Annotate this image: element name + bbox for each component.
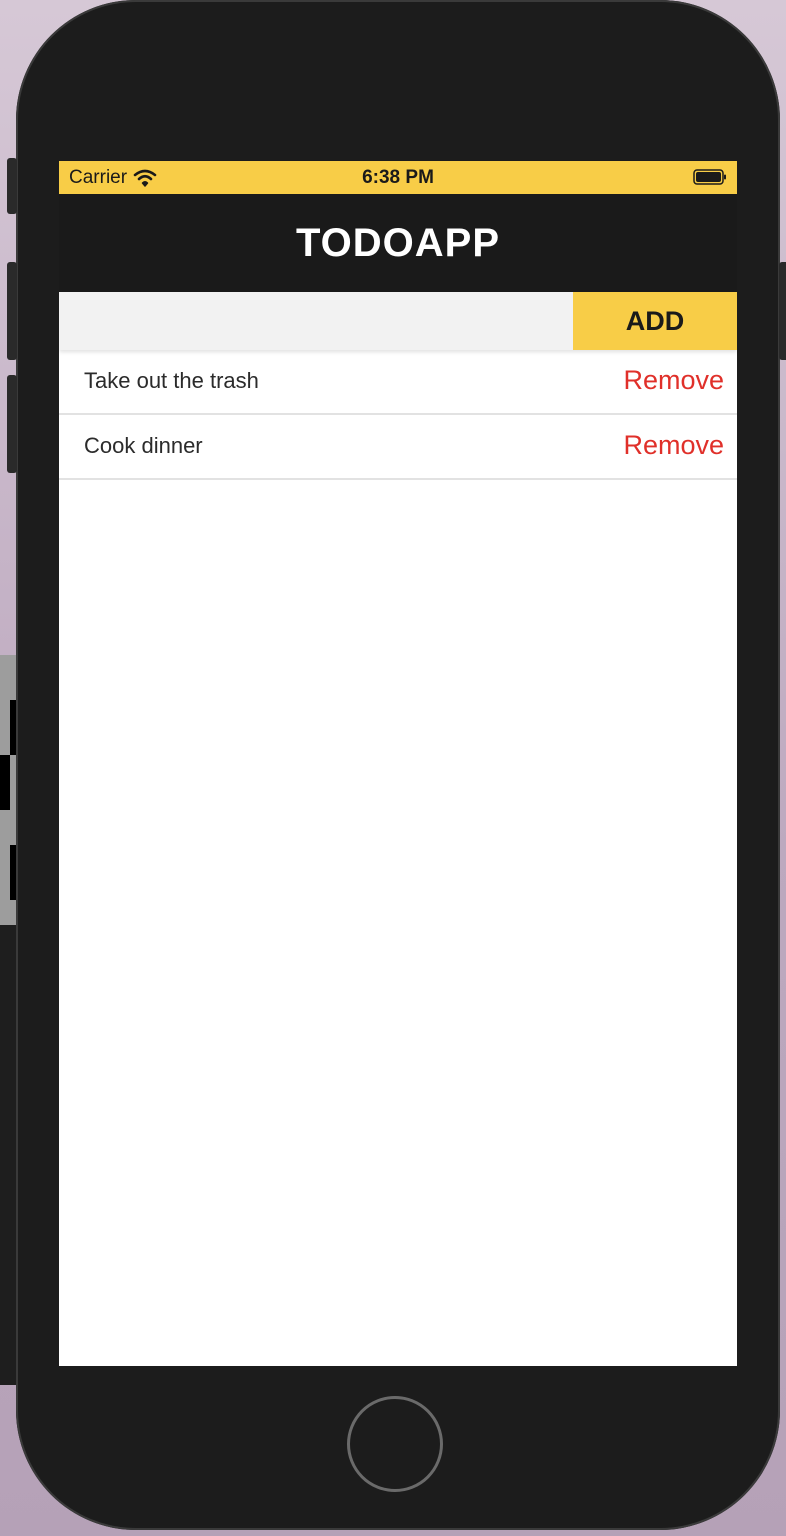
volume-up-button <box>7 262 17 360</box>
home-button[interactable] <box>347 1396 443 1492</box>
battery-icon <box>693 169 726 185</box>
app-header: TODOAPP <box>59 194 737 292</box>
todo-text: Cook dinner <box>84 433 203 458</box>
status-bar: Carrier 6:38 PM <box>59 161 737 194</box>
new-todo-input[interactable] <box>59 292 573 350</box>
volume-down-button <box>7 375 17 473</box>
todo-text: Take out the trash <box>84 368 259 393</box>
mute-switch <box>7 158 17 214</box>
app-screen: Carrier 6:38 PM TODOAPP ADD Take out the… <box>59 161 737 1366</box>
remove-button[interactable]: Remove <box>623 365 724 396</box>
todo-item: Take out the trash Remove <box>59 350 737 415</box>
power-button <box>779 262 786 360</box>
new-todo-row: ADD <box>59 292 737 350</box>
todo-list: Take out the trash Remove Cook dinner Re… <box>59 350 737 480</box>
todo-item: Cook dinner Remove <box>59 415 737 480</box>
app-title: TODOAPP <box>295 221 501 265</box>
add-button[interactable]: ADD <box>573 292 737 350</box>
remove-button[interactable]: Remove <box>623 430 724 461</box>
status-time: 6:38 PM <box>362 167 434 188</box>
